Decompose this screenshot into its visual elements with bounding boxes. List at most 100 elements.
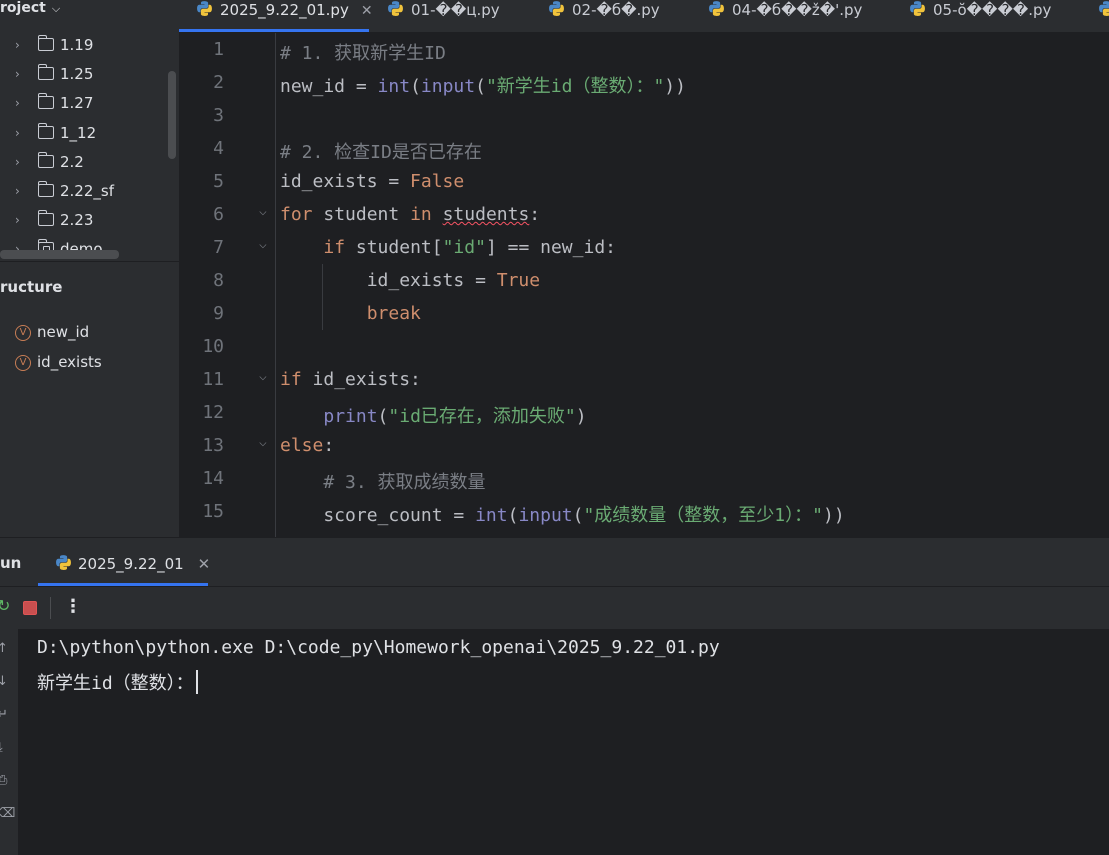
tree-item-folder[interactable]: › 1.27 bbox=[0, 89, 168, 118]
code-line[interactable]: 13 ⌵ else: bbox=[179, 429, 1109, 462]
code-line[interactable]: 2 new_id = int(input("新学生id（整数）：")) bbox=[179, 66, 1109, 99]
fold-icon[interactable]: ⌵ bbox=[259, 237, 267, 252]
console-prompt-line[interactable]: 新学生id（整数）： bbox=[37, 669, 198, 695]
tree-item-label: 1.25 bbox=[60, 65, 94, 84]
tree-item-folder[interactable]: › 1_12 bbox=[0, 119, 168, 148]
tab-active-file[interactable]: 2025_9.22_01.py ✕ bbox=[179, 0, 373, 32]
structure-header: ructure bbox=[0, 278, 63, 296]
fold-icon[interactable]: ⌵ bbox=[259, 435, 267, 450]
console-command-line: D:\python\python.exe D:\code_py\Homework… bbox=[37, 637, 720, 658]
line-code: if student["id"] == new_id: bbox=[323, 237, 616, 258]
run-toolbar: ↻ ⋮ bbox=[0, 587, 1109, 629]
delete-icon[interactable]: ⌫ bbox=[0, 806, 15, 821]
tab-label: 02-�б�.py bbox=[572, 1, 660, 19]
chevron-down-icon[interactable]: ⌵ bbox=[52, 2, 60, 15]
run-side-toolbar: ↑ ↓ ↵ ⤓ ⎙ ⌫ bbox=[0, 629, 18, 855]
chevron-right-icon[interactable]: › bbox=[15, 119, 20, 148]
tree-item-folder[interactable]: › 1.25 bbox=[0, 60, 168, 89]
line-number: 8 bbox=[213, 270, 224, 291]
tab-file[interactable]: 02-�б�.py bbox=[548, 0, 660, 30]
tab-file-overflow[interactable] bbox=[1098, 0, 1109, 30]
tab-file[interactable]: 04-�б��ž�'.py bbox=[708, 0, 862, 30]
code-line[interactable]: 3 bbox=[179, 99, 1109, 132]
project-header-label: roject bbox=[0, 0, 46, 16]
code-line[interactable]: 1 # 1. 获取新学生ID bbox=[179, 33, 1109, 66]
code-line[interactable]: 8 id_exists = True bbox=[179, 264, 1109, 297]
folder-icon bbox=[37, 122, 54, 139]
code-editor[interactable]: 1 # 1. 获取新学生ID 2 new_id = int(input("新学生… bbox=[179, 33, 1109, 537]
variable-icon: V bbox=[15, 324, 31, 341]
code-line[interactable]: 10 bbox=[179, 330, 1109, 363]
close-icon[interactable]: ✕ bbox=[361, 3, 373, 19]
line-code: print("id已存在，添加失败") bbox=[323, 406, 587, 427]
chevron-right-icon[interactable]: › bbox=[15, 60, 20, 89]
fold-icon[interactable]: ⌵ bbox=[259, 369, 267, 384]
line-number: 10 bbox=[202, 336, 224, 357]
run-config-tab[interactable]: 2025_9.22_01 ✕ bbox=[55, 554, 210, 573]
fold-icon[interactable]: ⌵ bbox=[259, 204, 267, 219]
structure-item[interactable]: Vnew_id bbox=[15, 322, 89, 342]
soft-wrap-icon[interactable]: ↵ bbox=[0, 707, 8, 722]
line-code: id_exists = True bbox=[280, 270, 541, 291]
line-code: new_id = int(input("新学生id（整数）：")) bbox=[280, 76, 686, 97]
run-console[interactable]: D:\python\python.exe D:\code_py\Homework… bbox=[18, 629, 1109, 855]
line-number: 2 bbox=[213, 72, 224, 93]
tree-item-folder[interactable]: › 1.19 bbox=[0, 31, 168, 60]
up-arrow-icon[interactable]: ↑ bbox=[0, 641, 8, 656]
tree-horizontal-scrollbar[interactable] bbox=[0, 250, 119, 259]
chevron-right-icon[interactable]: › bbox=[15, 206, 20, 235]
line-number: 15 bbox=[202, 501, 224, 522]
code-line[interactable]: 6 ⌵ for student in students: bbox=[179, 198, 1109, 231]
down-arrow-icon[interactable]: ↓ bbox=[0, 674, 8, 689]
tree-item-label: 2.22_sf bbox=[60, 181, 114, 200]
code-line[interactable]: 14 # 3. 获取成绩数量 bbox=[179, 462, 1109, 495]
tree-item-folder[interactable]: › 2.22_sf bbox=[0, 177, 168, 206]
structure-item[interactable]: Vid_exists bbox=[15, 352, 102, 372]
code-line[interactable]: 11 ⌵ if id_exists: bbox=[179, 363, 1109, 396]
line-code: # 2. 检查ID是否已存在 bbox=[280, 142, 482, 163]
line-code: id_exists = False bbox=[280, 171, 465, 192]
python-file-icon bbox=[549, 1, 564, 16]
chevron-right-icon[interactable]: › bbox=[15, 31, 20, 60]
code-line[interactable]: 4 # 2. 检查ID是否已存在 bbox=[179, 132, 1109, 165]
project-header[interactable]: roject ⌵ bbox=[0, 0, 60, 18]
stop-icon[interactable] bbox=[23, 601, 37, 615]
active-tab-indicator bbox=[179, 29, 369, 32]
chevron-right-icon[interactable]: › bbox=[15, 148, 20, 177]
tree-item-label: 1_12 bbox=[60, 123, 97, 142]
tree-vertical-scrollbar[interactable] bbox=[168, 71, 176, 159]
folder-icon bbox=[37, 93, 54, 110]
code-line[interactable]: 15 score_count = int(input("成绩数量（整数，至少1）… bbox=[179, 495, 1109, 528]
run-panel-title: un bbox=[0, 554, 22, 572]
chevron-right-icon[interactable]: › bbox=[15, 89, 20, 118]
line-code: # 1. 获取新学生ID bbox=[280, 43, 446, 64]
code-line[interactable]: 12 print("id已存在，添加失败") bbox=[179, 396, 1109, 429]
code-line[interactable]: 9 break bbox=[179, 297, 1109, 330]
line-number: 14 bbox=[202, 468, 224, 489]
line-number: 12 bbox=[202, 402, 224, 423]
line-number: 1 bbox=[213, 39, 224, 60]
tab-label: 05-ŏ����.py bbox=[933, 1, 1052, 19]
close-icon[interactable]: ✕ bbox=[198, 555, 211, 573]
tree-item-label: 1.19 bbox=[60, 36, 94, 54]
line-code: else: bbox=[280, 435, 335, 456]
tab-file[interactable]: 05-ŏ����.py bbox=[909, 0, 1051, 30]
line-code: break bbox=[366, 303, 421, 324]
tree-item-folder[interactable]: › 2.23 bbox=[0, 206, 168, 235]
scroll-to-end-icon[interactable]: ⤓ bbox=[0, 740, 3, 755]
line-code: score_count = int(input("成绩数量（整数，至少1）：")… bbox=[280, 505, 845, 526]
python-file-icon bbox=[910, 1, 925, 16]
more-icon[interactable]: ⋮ bbox=[64, 596, 82, 617]
line-code: # 3. 获取成绩数量 bbox=[323, 472, 486, 493]
code-line[interactable]: 7 ⌵ if student["id"] == new_id: bbox=[179, 231, 1109, 264]
line-number: 6 bbox=[213, 204, 224, 225]
tree-item-folder[interactable]: › 2.2 bbox=[0, 148, 168, 177]
structure-item-label: new_id bbox=[37, 323, 90, 341]
tab-file[interactable]: 01-��ц.py bbox=[387, 0, 500, 30]
variable-icon: V bbox=[15, 354, 31, 371]
chevron-right-icon[interactable]: › bbox=[15, 177, 20, 206]
rerun-icon[interactable]: ↻ bbox=[0, 596, 10, 615]
toolbar-separator bbox=[50, 597, 51, 619]
print-icon[interactable]: ⎙ bbox=[0, 773, 7, 788]
code-line[interactable]: 5 id_exists = False bbox=[179, 165, 1109, 198]
